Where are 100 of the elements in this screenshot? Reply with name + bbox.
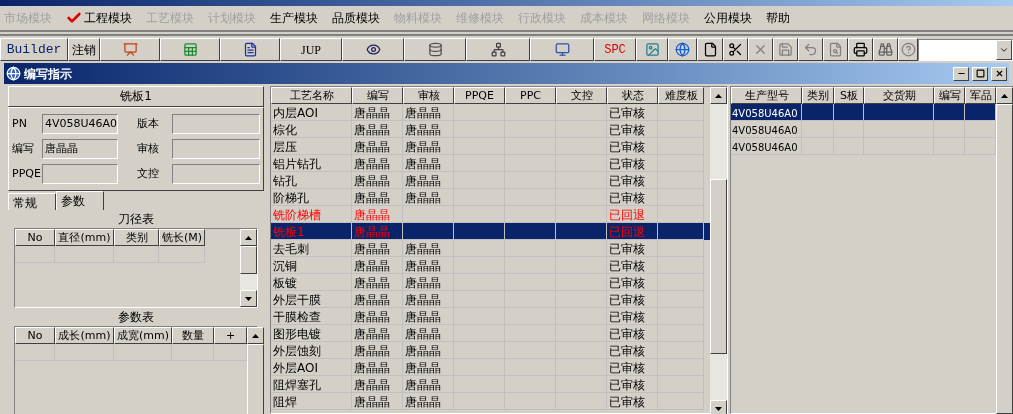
binoculars-button[interactable]	[873, 38, 898, 61]
table-cell-text: 唐晶晶	[353, 378, 390, 392]
menu-item[interactable]: 帮助	[766, 9, 790, 27]
table-row[interactable]: 去毛刺 唐晶晶 唐晶晶 已审核	[271, 240, 710, 257]
help-button[interactable]	[898, 38, 918, 61]
table-row[interactable]: 棕化 唐晶晶 唐晶晶 已审核	[271, 121, 710, 138]
column-header[interactable]: 状态	[607, 87, 658, 104]
text-field[interactable]	[172, 114, 260, 134]
column-header[interactable]: 编写	[352, 87, 403, 104]
table-row[interactable]: 4V058U46A0	[731, 121, 996, 138]
table-row[interactable]: 铣板1 唐晶晶 已回退	[271, 223, 710, 240]
column-header[interactable]: 交货期	[864, 87, 934, 104]
table-cell-text: 已审核	[608, 140, 645, 154]
document-button[interactable]	[220, 38, 280, 61]
column-header[interactable]: 难度板	[658, 87, 704, 104]
column-header[interactable]: 类别	[802, 87, 834, 104]
save-button[interactable]	[773, 38, 798, 61]
table-cell-text: 已回退	[608, 225, 645, 239]
table-cell-text: 铣阶梯槽	[272, 208, 321, 222]
table-row[interactable]: 阶梯孔 唐晶晶 唐晶晶 已审核	[271, 189, 710, 206]
column-header[interactable]: PPC	[505, 87, 556, 104]
table-row[interactable]: 层压 唐晶晶 唐晶晶 已审核	[271, 138, 710, 155]
table-row[interactable]: 铝片钻孔 唐晶晶 唐晶晶 已审核	[271, 155, 710, 172]
cut-button[interactable]	[723, 38, 748, 61]
table-row[interactable]: 钻孔 唐晶晶 唐晶晶 已审核	[271, 172, 710, 189]
image-button[interactable]	[636, 38, 668, 61]
column-header[interactable]: 类别	[114, 229, 159, 246]
text-field[interactable]	[172, 139, 260, 159]
table-row[interactable]: 4V058U46A0	[731, 138, 996, 155]
column-header[interactable]: 编写	[934, 87, 965, 104]
table-cell-text: 唐晶晶	[404, 157, 441, 171]
table-cell-text: 唐晶晶	[404, 378, 441, 392]
table-cell-text: 唐晶晶	[353, 174, 390, 188]
tab[interactable]: 参数	[56, 191, 104, 210]
new-file-button[interactable]	[697, 38, 723, 61]
column-header[interactable]: No	[15, 327, 55, 344]
column-header[interactable]: 工艺名称	[271, 87, 352, 104]
undo-button[interactable]	[798, 38, 823, 61]
table-row[interactable]: 4V058U46A0	[731, 104, 996, 121]
jup-button[interactable]: JUP	[280, 38, 342, 61]
network-button[interactable]	[466, 38, 530, 61]
table-row[interactable]: 阻焊 唐晶晶 唐晶晶 已审核	[271, 393, 710, 410]
table-row[interactable]: 阻焊塞孔 唐晶晶 唐晶晶 已审核	[271, 376, 710, 393]
database-button[interactable]	[404, 38, 466, 61]
column-header[interactable]: 生产型号	[731, 87, 802, 104]
table-row[interactable]: 干膜检查 唐晶晶 唐晶晶 已审核	[271, 308, 710, 325]
menu-item[interactable]: 生产模块	[270, 9, 318, 27]
print-button[interactable]	[848, 38, 873, 61]
maximize-button[interactable]	[972, 66, 988, 81]
text-field[interactable]	[42, 164, 118, 184]
scrollbar[interactable]	[996, 87, 1013, 414]
computer-button[interactable]	[530, 38, 594, 61]
spreadsheet-button[interactable]	[160, 38, 220, 61]
builder-button[interactable]: Builder	[0, 38, 68, 61]
table-row[interactable]: 图形电镀 唐晶晶 唐晶晶 已审核	[271, 325, 710, 342]
table-cell-text: 已审核	[608, 106, 645, 120]
text-field[interactable]: 唐晶晶	[42, 139, 118, 159]
table-row[interactable]: 板镀 唐晶晶 唐晶晶 已审核	[271, 274, 710, 291]
table-cell-text: 唐晶晶	[353, 259, 390, 273]
combo-box[interactable]	[918, 38, 1013, 61]
preview-button[interactable]	[823, 38, 848, 61]
menu-item[interactable]: 工程模块	[66, 9, 132, 27]
column-header[interactable]: 成长(mm)	[55, 327, 114, 344]
table-row[interactable]: 外层蚀刻 唐晶晶 唐晶晶 已审核	[271, 342, 710, 359]
column-header[interactable]: 审核	[403, 87, 454, 104]
column-header[interactable]: 文控	[556, 87, 607, 104]
table-row[interactable]: 沉铜 唐晶晶 唐晶晶 已审核	[271, 257, 710, 274]
column-header[interactable]: S板	[834, 87, 864, 104]
table-cell-text: 已审核	[608, 242, 645, 256]
table-row[interactable]: 内层AOI 唐晶晶 唐晶晶 已审核	[271, 104, 710, 121]
close-button[interactable]	[991, 66, 1007, 81]
text-field[interactable]	[172, 164, 260, 184]
minimize-button[interactable]	[953, 66, 969, 81]
text-field[interactable]: 4V058U46A0	[42, 114, 118, 134]
table-cell-text: 去毛刺	[272, 242, 309, 256]
scrollbar[interactable]	[710, 87, 727, 414]
tab[interactable]: 常规	[8, 193, 56, 210]
column-header[interactable]: 直径(mm)	[55, 229, 114, 246]
column-header[interactable]: 数量	[172, 327, 214, 344]
slides-button[interactable]	[100, 38, 160, 61]
empty-cell	[114, 344, 172, 361]
column-header[interactable]: 军品	[965, 87, 996, 104]
column-header[interactable]: PPQE	[454, 87, 505, 104]
close-button[interactable]	[748, 38, 773, 61]
logout-button[interactable]: 注销	[68, 38, 100, 61]
eye-button[interactable]	[342, 38, 404, 61]
scrollbar[interactable]	[240, 229, 257, 307]
menu-item[interactable]: 公用模块	[704, 9, 752, 27]
column-header[interactable]: 铣长(M)	[159, 229, 205, 246]
table-cell-text: 唐晶晶	[404, 191, 441, 205]
column-header[interactable]: 成宽(mm)	[114, 327, 172, 344]
column-header[interactable]: No	[15, 229, 55, 246]
table-row[interactable]: 外层AOI 唐晶晶 唐晶晶 已审核	[271, 359, 710, 376]
slides-icon	[122, 42, 138, 57]
table-cell-text: 已审核	[608, 378, 645, 392]
table-row[interactable]: 外层干膜 唐晶晶 唐晶晶 已审核	[271, 291, 710, 308]
globe-button[interactable]	[668, 38, 697, 61]
column-header[interactable]: +	[214, 327, 247, 344]
empty-cell	[172, 344, 214, 361]
menu-item[interactable]: 品质模块	[332, 9, 380, 27]
